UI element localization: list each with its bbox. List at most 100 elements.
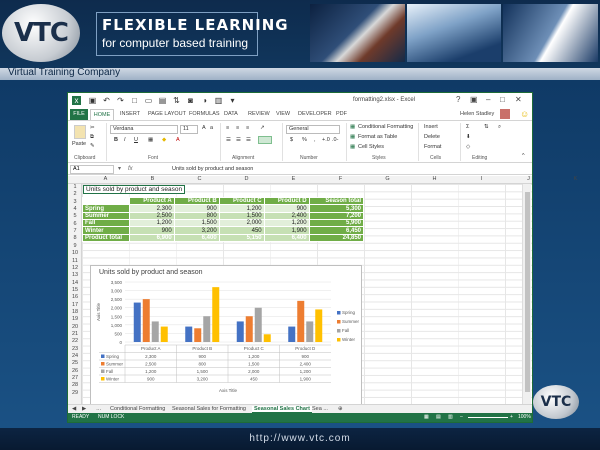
row-header-13[interactable]: 13 [68, 272, 82, 278]
increase-decimal-icon[interactable]: +.0 [322, 137, 330, 143]
tab-review[interactable]: REVIEW [248, 111, 270, 117]
sheet-tab-conditional-formatting[interactable]: Conditional Formatting [110, 406, 165, 412]
font-color-icon[interactable]: A [176, 137, 180, 143]
new-icon[interactable]: □ [130, 96, 139, 105]
format-cells-button[interactable]: Format [424, 144, 441, 150]
season-total-cell[interactable]: 6,450 [308, 226, 365, 235]
table-cell[interactable]: 3,200 [173, 226, 220, 235]
underline-icon[interactable]: U [134, 137, 138, 143]
italic-icon[interactable]: I [124, 137, 126, 143]
season-total-cell[interactable]: 5,900 [308, 219, 365, 228]
user-name[interactable]: Helen Stadley [460, 111, 494, 117]
page-break-view-icon[interactable]: ▥ [448, 414, 453, 420]
sort-icon[interactable]: ⇅ [172, 96, 181, 105]
number-format-select[interactable]: General [286, 125, 340, 134]
row-header-6[interactable]: 6 [68, 221, 82, 227]
autosum-icon[interactable]: Σ [466, 124, 469, 130]
row-header-8[interactable]: 8 [68, 235, 82, 241]
copy-icon[interactable]: ⧉ [90, 134, 94, 141]
row-header-23[interactable]: 23 [68, 346, 82, 352]
row-label[interactable]: Summer [82, 211, 130, 221]
sheet-tab-seasonal-sales-chart[interactable]: Seasonal Sales Chart [252, 406, 312, 413]
row-header-20[interactable]: 20 [68, 324, 82, 330]
grand-total-cell[interactable]: 24,850 [308, 233, 365, 243]
paste-icon[interactable] [74, 125, 86, 139]
format-painter-icon[interactable]: ✎ [90, 143, 95, 149]
column-header-j[interactable]: J [505, 176, 552, 182]
normal-view-icon[interactable]: ▦ [424, 414, 429, 420]
decrease-decimal-icon[interactable]: .0- [332, 137, 338, 143]
fx-button[interactable]: fx [128, 166, 133, 172]
row-header-27[interactable]: 27 [68, 375, 82, 381]
formula-input[interactable]: Units sold by product and season [172, 166, 253, 172]
help-icon[interactable]: ? [456, 95, 460, 104]
row-header-21[interactable]: 21 [68, 331, 82, 337]
add-sheet-icon[interactable]: ⊕ [338, 406, 343, 412]
row-label[interactable]: Fall [82, 219, 130, 228]
tab-insert[interactable]: INSERT [120, 111, 140, 117]
wrap-text-icon[interactable] [258, 136, 272, 144]
row-header-7[interactable]: 7 [68, 228, 82, 234]
row-header-14[interactable]: 14 [68, 280, 82, 286]
column-header-a[interactable]: A [82, 176, 129, 182]
row-header-9[interactable]: 9 [68, 243, 82, 249]
close-icon[interactable]: ✕ [515, 95, 522, 104]
cut-icon[interactable]: ✂ [90, 125, 95, 131]
column-header-f[interactable]: F [317, 176, 364, 182]
clear-icon[interactable]: ◇ [466, 144, 470, 150]
row-header-1[interactable]: 1 [68, 184, 82, 190]
season-total-cell[interactable]: 5,300 [308, 204, 365, 213]
scroll-thumb[interactable] [525, 192, 530, 392]
tab-file[interactable]: FILE [70, 109, 88, 120]
comma-icon[interactable]: , [314, 137, 316, 143]
footer-url[interactable]: http://www.vtc.com [0, 433, 600, 444]
sort-filter-icon[interactable]: ⇅ [484, 124, 489, 130]
header-product-c[interactable]: Product C [218, 196, 265, 206]
sheet-prev-icon[interactable]: ◀ [72, 406, 76, 412]
align-left-icon[interactable]: ☰ [226, 137, 231, 143]
page-layout-view-icon[interactable]: ▤ [436, 414, 441, 420]
table-cell[interactable]: 1,900 [263, 226, 310, 235]
row-label[interactable]: Product total [82, 233, 130, 243]
conditional-formatting-button[interactable]: Conditional Formatting [358, 124, 413, 130]
zoom-out-icon[interactable]: – [460, 414, 463, 420]
row-header-29[interactable]: 29 [68, 390, 82, 396]
row-header-11[interactable]: 11 [68, 258, 82, 264]
product-total-cell[interactable]: 6,400 [173, 233, 220, 243]
tab-page-layout[interactable]: PAGE LAYOUT [148, 111, 186, 117]
header-product-a[interactable]: Product A [129, 196, 175, 206]
camera-icon[interactable]: ◙ [186, 96, 195, 105]
row-header-12[interactable]: 12 [68, 265, 82, 271]
format-as-table-button[interactable]: Format as Table [358, 134, 397, 140]
chart-icon[interactable]: ▥ [214, 96, 223, 105]
minimize-icon[interactable]: – [486, 95, 490, 104]
sheet-more-icon[interactable]: … [96, 406, 102, 412]
vertical-scrollbar[interactable] [522, 184, 531, 404]
column-header-c[interactable]: C [176, 176, 223, 182]
row-label[interactable]: Winter [82, 226, 130, 235]
sheet-tab-more[interactable]: Sea ... [312, 406, 328, 412]
row-header-25[interactable]: 25 [68, 360, 82, 366]
table-cell[interactable]: 900 [263, 204, 310, 213]
tab-developer[interactable]: DEVELOPER [298, 111, 332, 117]
row-header-24[interactable]: 24 [68, 353, 82, 359]
product-total-cell[interactable]: 6,400 [263, 233, 310, 243]
avatar[interactable] [500, 109, 510, 119]
row-header-26[interactable]: 26 [68, 368, 82, 374]
sheet-tab-seasonal-sales-formatting[interactable]: Seasonal Sales for Formatting [172, 406, 246, 412]
find-select-icon[interactable]: ⌕ [498, 124, 501, 131]
table-cell[interactable]: 450 [218, 226, 265, 235]
table-cell[interactable]: 1,500 [218, 211, 265, 221]
bold-icon[interactable]: B [114, 137, 118, 143]
insert-cells-button[interactable]: Insert [424, 124, 438, 130]
column-header-k[interactable]: K [552, 176, 599, 182]
sheet-next-icon[interactable]: ▶ [82, 406, 86, 412]
table-cell[interactable]: 900 [129, 226, 175, 235]
header-product-b[interactable]: Product B [173, 196, 220, 206]
fill-color-icon[interactable]: ◆ [162, 137, 166, 143]
header-product-d[interactable]: Product D [263, 196, 310, 206]
table-cell[interactable]: 2,500 [129, 211, 175, 221]
orientation-icon[interactable]: ↗ [260, 125, 265, 131]
font-name-select[interactable]: Verdana [110, 125, 178, 134]
cell-a1[interactable]: Units sold by product and season [83, 185, 186, 194]
